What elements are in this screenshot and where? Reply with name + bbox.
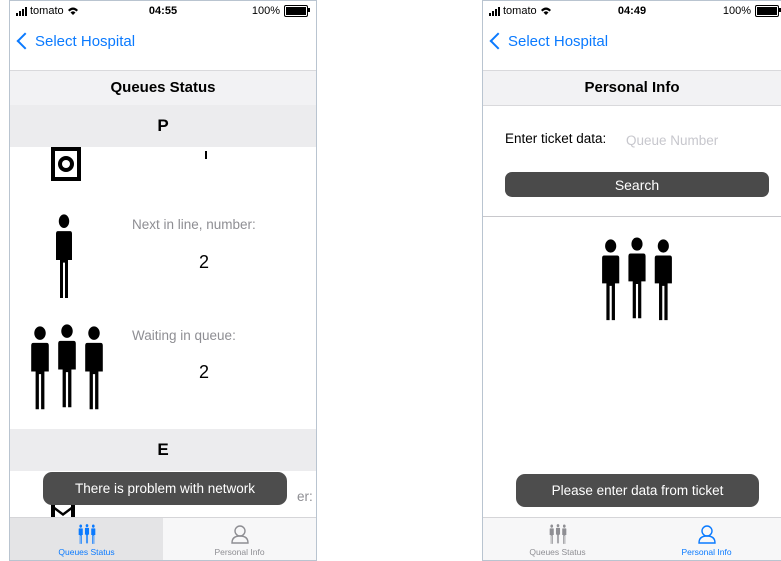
tab-label: Personal Info [681, 547, 732, 557]
queues-status-screen: tomato 04:55 100% Select Hospital Queues… [9, 0, 317, 561]
tab-personal-info[interactable]: Personal Info [632, 518, 781, 560]
tab-label: Queues Status [529, 547, 586, 557]
network-error-toast: There is problem with network [43, 472, 287, 505]
page-title: Queues Status [10, 70, 316, 106]
back-label: Select Hospital [508, 32, 609, 50]
partial-label: er: [297, 489, 313, 504]
queues-tab-icon [549, 524, 566, 544]
back-chevron-icon [16, 32, 34, 50]
divider [483, 216, 781, 217]
personal-info-tab-icon [230, 525, 249, 544]
status-bar: tomato 04:55 100% [10, 1, 316, 21]
back-chevron-icon [489, 32, 507, 50]
tab-personal-info[interactable]: Personal Info [163, 518, 316, 560]
battery-icon [755, 5, 781, 17]
battery-icon [284, 5, 310, 17]
personal-info-screen: tomato 04:49 100% Select Hospital Person… [482, 0, 781, 561]
tab-label: Personal Info [214, 547, 265, 557]
personal-info-tab-icon [697, 525, 716, 544]
battery-percent: 100% [722, 5, 751, 17]
next-in-line-label: Next in line, number: [132, 217, 256, 232]
tab-bar: Queues Status Personal Info [483, 517, 781, 560]
person-icon [56, 214, 72, 298]
back-button[interactable]: Select Hospital [483, 29, 781, 53]
back-label: Select Hospital [35, 32, 136, 50]
ticket-icon [51, 147, 81, 181]
tab-queues-status[interactable]: Queues Status [483, 518, 632, 560]
queue-number-input[interactable] [624, 125, 768, 155]
tab-label: Queues Status [58, 547, 115, 557]
group-icon [31, 324, 103, 410]
next-in-line-number: 2 [199, 252, 210, 272]
tab-bar: Queues Status Personal Info [10, 517, 316, 560]
waiting-in-queue-number: 2 [199, 362, 210, 382]
tab-queues-status[interactable]: Queues Status [10, 518, 163, 560]
search-button[interactable]: Search [505, 172, 769, 197]
queue-section-header: E [10, 429, 316, 471]
partial-number [205, 151, 207, 159]
page-title: Personal Info [483, 70, 781, 106]
back-button[interactable]: Select Hospital [10, 29, 316, 53]
battery-percent: 100% [251, 5, 280, 17]
group-icon [602, 237, 672, 321]
queues-tab-icon [78, 524, 95, 544]
enter-data-toast: Please enter data from ticket [516, 474, 759, 507]
queue-section-header: P [10, 105, 316, 147]
ticket-data-label: Enter ticket data: [505, 131, 607, 146]
waiting-in-queue-label: Waiting in queue: [132, 328, 236, 343]
status-bar: tomato 04:49 100% [483, 1, 781, 21]
